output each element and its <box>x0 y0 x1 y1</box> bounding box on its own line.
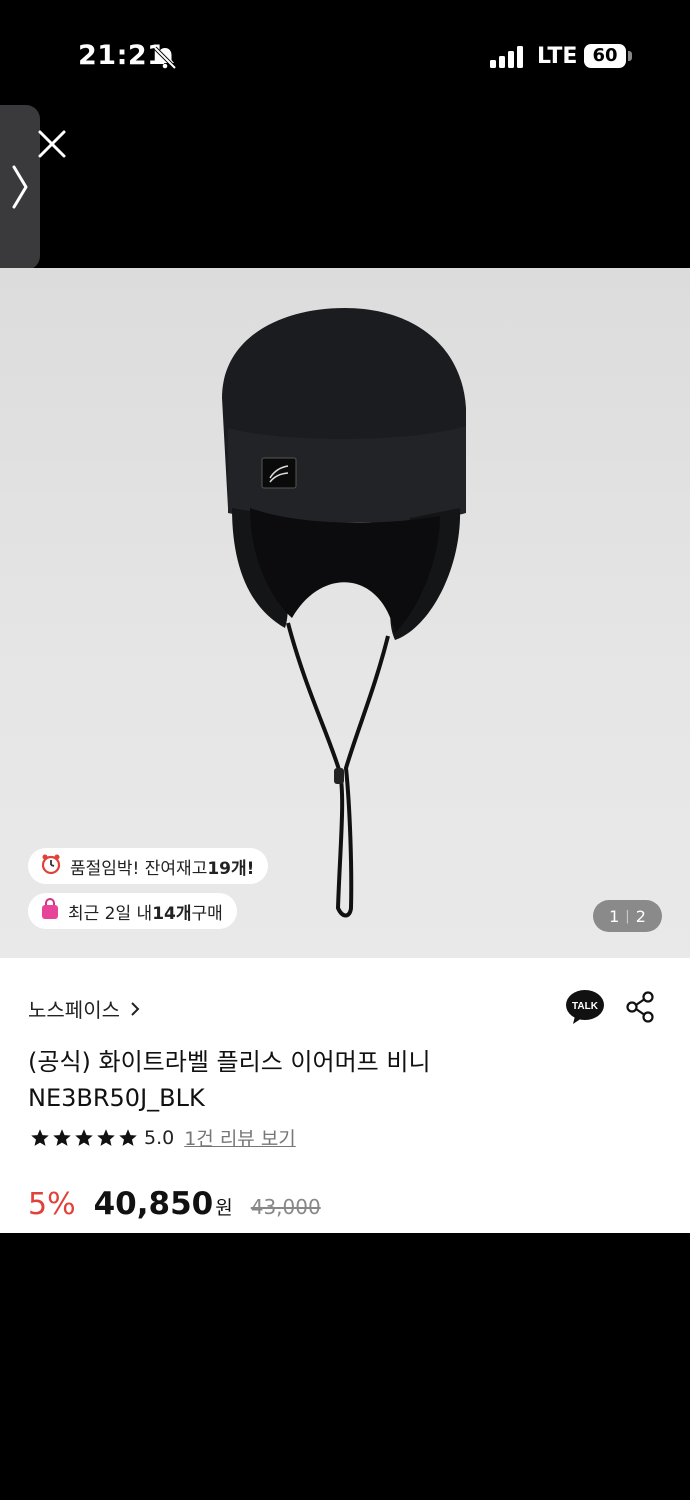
bell-muted-icon <box>153 46 177 70</box>
page-total: 2 <box>635 906 646 926</box>
star-icon <box>75 1128 93 1146</box>
kakao-talk-icon[interactable]: TALK <box>565 988 605 1026</box>
recent-purchase-chip: 최근 2일 내 14개 구매 <box>28 893 237 929</box>
product-title: (공식) 화이트라벨 플리스 이어머프 비니 NE3BR50J_BLK <box>28 1044 628 1116</box>
rating-stars <box>30 1128 138 1148</box>
product-title-line1: (공식) 화이트라벨 플리스 이어머프 비니 <box>28 1048 431 1076</box>
share-icon[interactable] <box>625 991 655 1023</box>
currency-unit: 원 <box>215 1197 233 1219</box>
stock-alert-chip: 품절임박! 잔여재고 19개! <box>28 848 269 884</box>
shopping-bag-icon <box>40 897 60 925</box>
star-icon <box>53 1128 71 1146</box>
rating-value: 5.0 <box>144 1126 175 1149</box>
battery-tip <box>628 51 632 61</box>
status-bar: 21:21 LTE 60 <box>0 0 690 110</box>
star-icon <box>119 1128 137 1146</box>
talk-icon-label: TALK <box>572 1001 599 1012</box>
stock-alert-count: 19개! <box>207 858 255 879</box>
product-title-line2: NE3BR50J_BLK <box>28 1084 205 1112</box>
star-icon <box>31 1128 49 1146</box>
battery-icon: 60 <box>584 44 626 68</box>
image-page-indicator: 1 | 2 <box>593 900 662 932</box>
chevron-right-icon <box>12 165 28 209</box>
battery-level: 60 <box>592 45 618 66</box>
sale-price: 40,850 <box>93 1186 214 1222</box>
page-current: 1 <box>609 906 620 926</box>
star-icon <box>97 1128 115 1146</box>
price-row: 5% 40,850 원 43,000 <box>28 1186 321 1222</box>
product-image[interactable]: 품절임박! 잔여재고 19개! 최근 2일 내 14개 구매 1 | 2 <box>0 268 690 958</box>
recent-purchase-prefix: 최근 2일 내 <box>68 903 153 924</box>
recent-purchase-count: 14개 <box>152 903 192 924</box>
discount-rate: 5% <box>28 1187 76 1222</box>
review-link[interactable]: 1건 리뷰 보기 <box>184 1124 296 1151</box>
rating-row: 5.0 1건 리뷰 보기 <box>30 1124 296 1151</box>
close-icon[interactable] <box>36 128 68 160</box>
chevron-right-icon <box>131 1001 140 1016</box>
brand-name: 노스페이스 <box>28 998 120 1022</box>
original-price: 43,000 <box>250 1195 321 1219</box>
brand-link[interactable]: 노스페이스 <box>28 994 140 1023</box>
recent-purchase-suffix: 구매 <box>191 903 223 924</box>
stock-alert-text: 품절임박! 잔여재고 <box>70 858 208 879</box>
network-label: LTE <box>537 44 578 69</box>
side-panel-handle[interactable] <box>0 105 40 270</box>
product-info-panel: 노스페이스 TALK (공식) 화이트라벨 플리스 이어머프 비니 NE3BR5… <box>0 958 690 1233</box>
alarm-clock-icon <box>40 853 62 880</box>
signal-icon <box>490 46 523 68</box>
page-separator: | <box>625 908 630 924</box>
